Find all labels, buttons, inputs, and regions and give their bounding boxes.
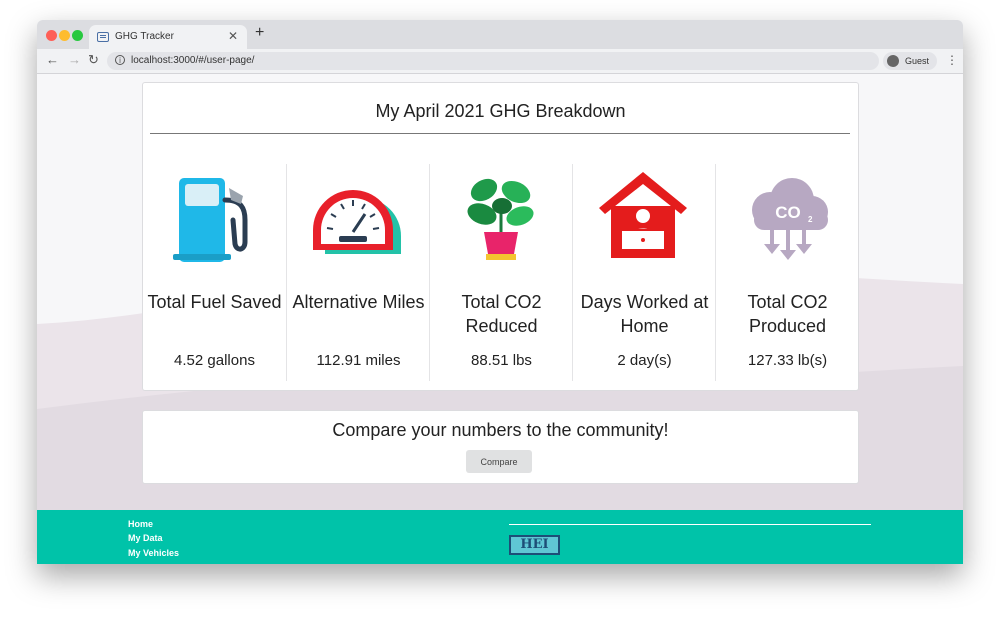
site-info-icon[interactable]: i	[115, 55, 125, 65]
compare-button[interactable]: Compare	[466, 450, 532, 473]
stat-value: 88.51 lbs	[471, 352, 532, 369]
maximize-window-button[interactable]	[72, 30, 83, 41]
compare-title: Compare your numbers to the community!	[332, 420, 669, 440]
browser-tab[interactable]: GHG Tracker ✕	[89, 25, 247, 49]
url-text: localhost:3000/#/user-page/	[131, 55, 255, 66]
svg-text:2: 2	[808, 215, 813, 224]
reload-icon[interactable]: ↻	[88, 52, 99, 68]
footer-divider	[509, 524, 871, 525]
back-arrow-icon[interactable]: ←	[46, 52, 59, 67]
stat-days-worked-at-home: Days Worked at Home 2 day(s)	[572, 164, 716, 381]
new-tab-icon[interactable]: +	[255, 24, 264, 42]
footer-link-my-vehicles[interactable]: My Vehicles	[128, 548, 179, 558]
stat-value: 127.33 lb(s)	[747, 352, 828, 369]
ghg-breakdown-card: My April 2021 GHG Breakdown Total Fuel S…	[142, 82, 859, 391]
work-from-home-icon	[599, 172, 687, 258]
close-window-button[interactable]	[46, 30, 57, 41]
footer-link-my-data[interactable]: My Data	[128, 533, 163, 543]
minimize-window-button[interactable]	[59, 30, 70, 41]
account-icon	[887, 55, 899, 67]
footer: Home My Data My Vehicles HEI	[37, 510, 963, 564]
tab-title: GHG Tracker	[115, 31, 174, 42]
page-viewport: My April 2021 GHG Breakdown Total Fuel S…	[37, 74, 963, 564]
title-divider	[150, 133, 850, 134]
profile-button[interactable]: Guest	[883, 52, 937, 70]
browser-menu-icon[interactable]: ⋮	[946, 53, 958, 67]
profile-label: Guest	[905, 56, 930, 66]
hei-logo: HEI	[509, 535, 560, 555]
compare-card: Compare your numbers to the community! C…	[142, 410, 859, 484]
browser-toolbar: ← → ↻ i localhost:3000/#/user-page/ Gues…	[37, 49, 963, 74]
stat-total-co2-produced: CO 2 Total CO2 Produced 127.33 lb(s)	[715, 164, 859, 381]
stat-total-fuel-saved: Total Fuel Saved 4.52 gallons	[143, 164, 286, 381]
co2-cloud-icon: CO 2	[752, 178, 828, 260]
stat-total-co2-reduced: Total CO2 Reduced 88.51 lbs	[429, 164, 573, 381]
tab-bar: GHG Tracker ✕ +	[37, 20, 963, 49]
svg-text:CO: CO	[775, 203, 801, 222]
stat-label: Total Fuel Saved	[147, 292, 282, 312]
stat-value: 4.52 gallons	[174, 352, 255, 369]
footer-link-home[interactable]: Home	[128, 519, 153, 529]
stat-label: Total CO2 Produced	[747, 292, 828, 336]
breakdown-title: My April 2021 GHG Breakdown	[375, 101, 626, 121]
page-favicon-icon	[97, 32, 109, 42]
close-tab-icon[interactable]: ✕	[228, 29, 238, 43]
stat-value: 2 day(s)	[617, 352, 672, 369]
browser-window: GHG Tracker ✕ + ← → ↻ i localhost:3000/#…	[37, 20, 963, 564]
stat-alternative-miles: Alternative Miles 112.91 miles	[286, 164, 430, 381]
forward-arrow-icon[interactable]: →	[68, 52, 81, 67]
speedometer-icon	[313, 190, 401, 254]
stat-value: 112.91 miles	[316, 352, 401, 369]
stat-label: Days Worked at Home	[580, 292, 709, 336]
stat-label: Alternative Miles	[292, 292, 425, 312]
address-bar[interactable]: i localhost:3000/#/user-page/	[107, 52, 879, 70]
stat-label: Total CO2 Reduced	[461, 292, 542, 336]
plant-icon	[467, 178, 534, 260]
fuel-pump-icon	[173, 178, 248, 262]
